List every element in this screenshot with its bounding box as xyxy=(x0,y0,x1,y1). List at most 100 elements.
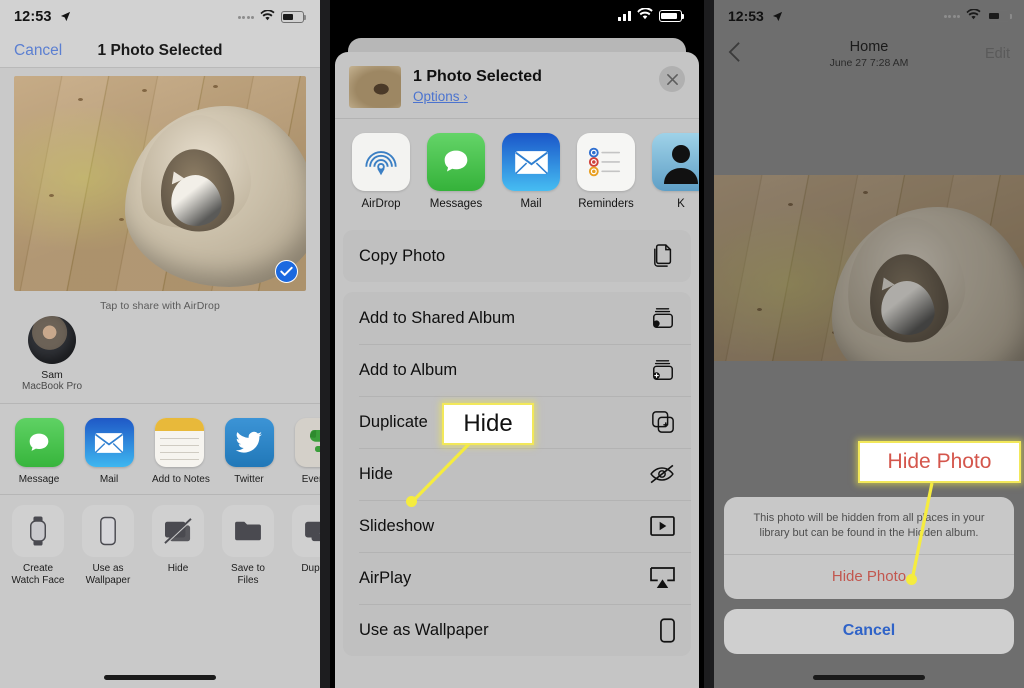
app-share-item[interactable]: Mail xyxy=(82,418,136,486)
action-label-line2: Watch Face xyxy=(11,575,65,586)
airdrop-person[interactable]: Sam MacBook Pro xyxy=(16,316,88,393)
action-label-line1: Hide xyxy=(167,563,189,574)
hide-photo-button[interactable]: Hide Photo xyxy=(724,555,1014,599)
messages-icon xyxy=(427,133,485,191)
airdrop-people-row: Sam MacBook Pro xyxy=(0,312,320,403)
add-album-icon xyxy=(647,357,675,383)
app-share-item[interactable]: Add to Notes xyxy=(152,418,210,486)
status-time-text: 12:53 xyxy=(728,8,764,24)
options-label: Options xyxy=(413,89,460,104)
menu-item-label: Duplicate xyxy=(359,412,428,431)
cat-bed-object xyxy=(124,106,306,287)
menu-item-add-to-album[interactable]: Add to Album xyxy=(343,344,691,396)
play-box-icon xyxy=(647,513,675,539)
shared-album-icon xyxy=(647,305,675,331)
location-arrow-icon xyxy=(772,9,783,25)
battery-icon xyxy=(281,11,307,23)
action-item[interactable]: Hide xyxy=(150,505,206,587)
action-row: Create Watch Face Use as Wallpaper Hide xyxy=(0,495,320,587)
action-item[interactable]: Save to Files xyxy=(220,505,276,587)
avatar xyxy=(28,316,76,364)
app-share-item[interactable]: K xyxy=(651,133,699,210)
action-item[interactable]: Use as Wallpaper xyxy=(80,505,136,587)
duplicate-plus-icon xyxy=(292,505,320,557)
battery-icon xyxy=(987,10,1013,22)
phone-icon xyxy=(82,505,134,557)
chevron-right-icon: › xyxy=(463,89,468,104)
notes-icon xyxy=(154,418,204,467)
wifi-icon xyxy=(637,7,653,25)
cancel-button[interactable]: Cancel xyxy=(724,609,1014,654)
close-x-icon xyxy=(666,73,678,85)
share-sheet: 1 Photo Selected Options › AirDrop Messa… xyxy=(335,52,699,688)
photo-preview-wrap xyxy=(0,68,320,291)
app-share-item[interactable]: AirDrop xyxy=(351,133,411,210)
options-link[interactable]: Options › xyxy=(413,89,468,104)
sheet-header: 1 Photo Selected Options › xyxy=(335,52,699,118)
status-indicators xyxy=(943,7,1013,25)
close-button[interactable] xyxy=(659,66,685,92)
sheet-title: 1 Photo Selected xyxy=(413,68,542,85)
phone-icon xyxy=(647,617,675,643)
airdrop-hint: Tap to share with AirDrop xyxy=(100,300,220,312)
status-indicators xyxy=(237,8,307,26)
app-share-label: AirDrop xyxy=(361,198,401,210)
app-share-item[interactable]: Message xyxy=(12,418,66,486)
mail-icon xyxy=(502,133,560,191)
evernote-icon xyxy=(294,418,320,467)
photo-thumbnail[interactable] xyxy=(349,66,401,108)
callout-anchor-dot-hide-photo xyxy=(906,574,917,585)
menu-item-copy-photo[interactable]: Copy Photo xyxy=(343,230,691,282)
wifi-icon xyxy=(260,8,275,26)
copy-icon xyxy=(647,243,675,269)
action-label-line1: Duplica xyxy=(301,563,320,574)
airdrop-icon xyxy=(352,133,410,191)
menu-item-label: AirPlay xyxy=(359,568,412,587)
mail-icon xyxy=(84,418,134,467)
app-share-label: Reminders xyxy=(578,198,634,210)
hide-photo-action-sheet: This photo will be hidden from all place… xyxy=(724,497,1014,599)
app-share-item[interactable]: Mail xyxy=(501,133,561,210)
signal-dots-icon xyxy=(943,14,960,18)
menu-item-label: Hide xyxy=(359,464,393,483)
menu-item-slideshow[interactable]: Slideshow xyxy=(343,500,691,552)
screenshot-stage: 12:53 Cancel 1 Photo Selected Tap to sha… xyxy=(0,0,1024,688)
action-item[interactable]: Duplica xyxy=(290,505,320,587)
callout-hide-photo: Hide Photo xyxy=(858,441,1021,483)
home-indicator xyxy=(104,675,216,680)
photo-preview[interactable] xyxy=(14,76,306,291)
edit-button[interactable]: Edit xyxy=(985,46,1010,62)
menu-item-hide[interactable]: Hide xyxy=(343,448,691,500)
action-group: Add to Shared Album Add to Album Duplica… xyxy=(343,292,691,656)
app-share-item[interactable]: Reminders xyxy=(576,133,636,210)
airdrop-person-device: MacBook Pro xyxy=(21,381,83,392)
app-share-row: AirDrop Messages Mail Reminders K xyxy=(335,119,699,220)
app-share-label: Add to Notes xyxy=(152,474,210,485)
callout-anchor-dot-hide xyxy=(406,496,417,507)
callout-hide-text: Hide xyxy=(463,410,513,437)
app-share-row: Message Mail Add to Notes Twitter Eve xyxy=(0,404,320,494)
menu-item-use-as-wallpaper[interactable]: Use as Wallpaper xyxy=(343,604,691,656)
status-bar xyxy=(330,0,704,32)
nav-bar: Home June 27 7:28 AM Edit xyxy=(714,32,1024,76)
alert-message: This photo will be hidden from all place… xyxy=(753,512,985,539)
app-share-item[interactable]: Twitter xyxy=(222,418,276,486)
app-share-label: Evernot xyxy=(301,474,320,485)
action-item[interactable]: Create Watch Face xyxy=(10,505,66,587)
menu-item-add-to-shared-album[interactable]: Add to Shared Album xyxy=(343,292,691,344)
action-label-line1: Save to Files xyxy=(231,563,265,586)
signal-dots-icon xyxy=(237,15,254,19)
eye-slash-icon xyxy=(647,461,675,487)
watch-icon xyxy=(12,505,64,557)
status-time: 12:53 xyxy=(14,9,71,25)
app-share-label: Mail xyxy=(99,474,119,485)
nav-bar: Cancel 1 Photo Selected xyxy=(0,34,320,68)
status-bar: 12:53 xyxy=(0,0,320,34)
app-share-item[interactable]: Evernot xyxy=(292,418,320,486)
menu-item-airplay[interactable]: AirPlay xyxy=(343,552,691,604)
nav-title-block: Home June 27 7:28 AM xyxy=(714,39,1024,70)
location-arrow-icon xyxy=(60,10,71,26)
menu-item-label: Copy Photo xyxy=(359,246,446,265)
selected-check-badge xyxy=(275,260,298,283)
app-share-item[interactable]: Messages xyxy=(426,133,486,210)
